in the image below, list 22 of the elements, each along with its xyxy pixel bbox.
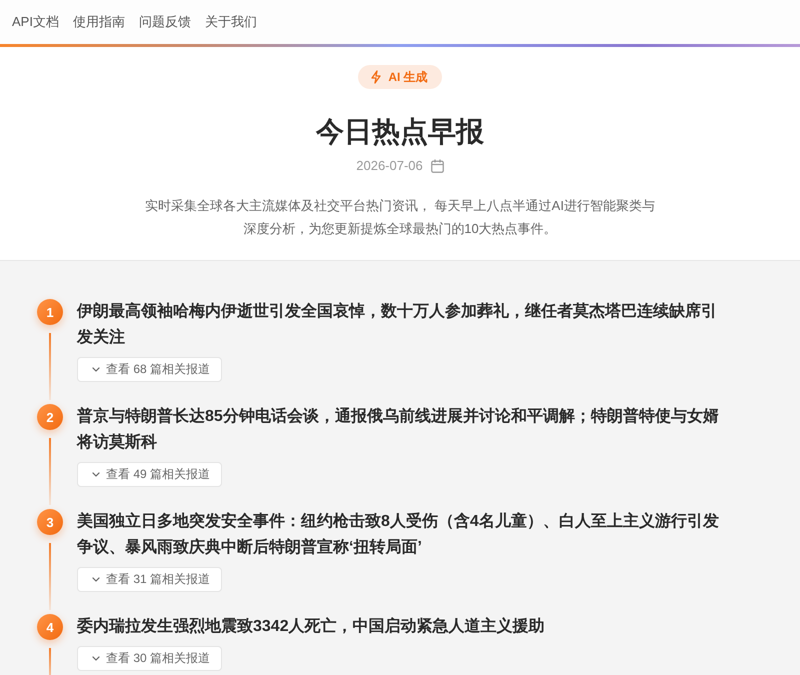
description-text: 实时采集全球各大主流媒体及社交平台热门资讯， 每天早上八点半通过AI进行智能聚类与深度分析，为您更新提炼全球最热门的10大热点事件。 [144, 197, 656, 238]
related-reports-button[interactable]: 查看 68 篇相关报道 [77, 357, 222, 382]
nav-link[interactable]: 使用指南 [72, 13, 125, 31]
rank-badge: 4 [37, 614, 63, 640]
related-reports-button[interactable]: 查看 30 篇相关报道 [77, 646, 222, 671]
nav-link[interactable]: 问题反馈 [138, 13, 191, 31]
nav-link[interactable]: API文档 [12, 13, 59, 31]
rank-badge: 2 [37, 404, 63, 430]
news-title: 美国独立日多地突发安全事件：纽约枪击致8人受伤（含4名儿童）、白人至上主义游行引发争议、暴风雨致庆典中断后特朗普宣称‘扭转局面’ [77, 511, 720, 558]
rank-badge: 1 [37, 299, 63, 325]
related-reports-button[interactable]: 查看 49 篇相关报道 [77, 462, 222, 487]
calendar-icon [430, 158, 444, 172]
badge-text: AI 生成 [388, 68, 428, 86]
news-title: 伊朗最高领袖哈梅内伊逝世引发全国哀悼，数十万人参加葬礼，继任者莫杰塔巴连续缺席引发关注 [77, 301, 718, 348]
page-title: 今日热点早报 [316, 115, 484, 149]
rank-badge: 3 [37, 509, 63, 535]
news-title: 普京与特朗普长达85分钟电话会谈，通报俄乌前线进展并讨论和平调解；特朗普特使与女婿将访莫斯科 [77, 406, 720, 453]
nav-link[interactable]: 关于我们 [204, 13, 257, 31]
date-text: 2026-07-06 [356, 158, 423, 173]
lightning-icon [370, 70, 382, 84]
news-title: 委内瑞拉发生强烈地震致3342人死亡，中国启动紧急人道主义援助 [77, 616, 546, 637]
related-reports-button[interactable]: 查看 31 篇相关报道 [77, 567, 222, 592]
